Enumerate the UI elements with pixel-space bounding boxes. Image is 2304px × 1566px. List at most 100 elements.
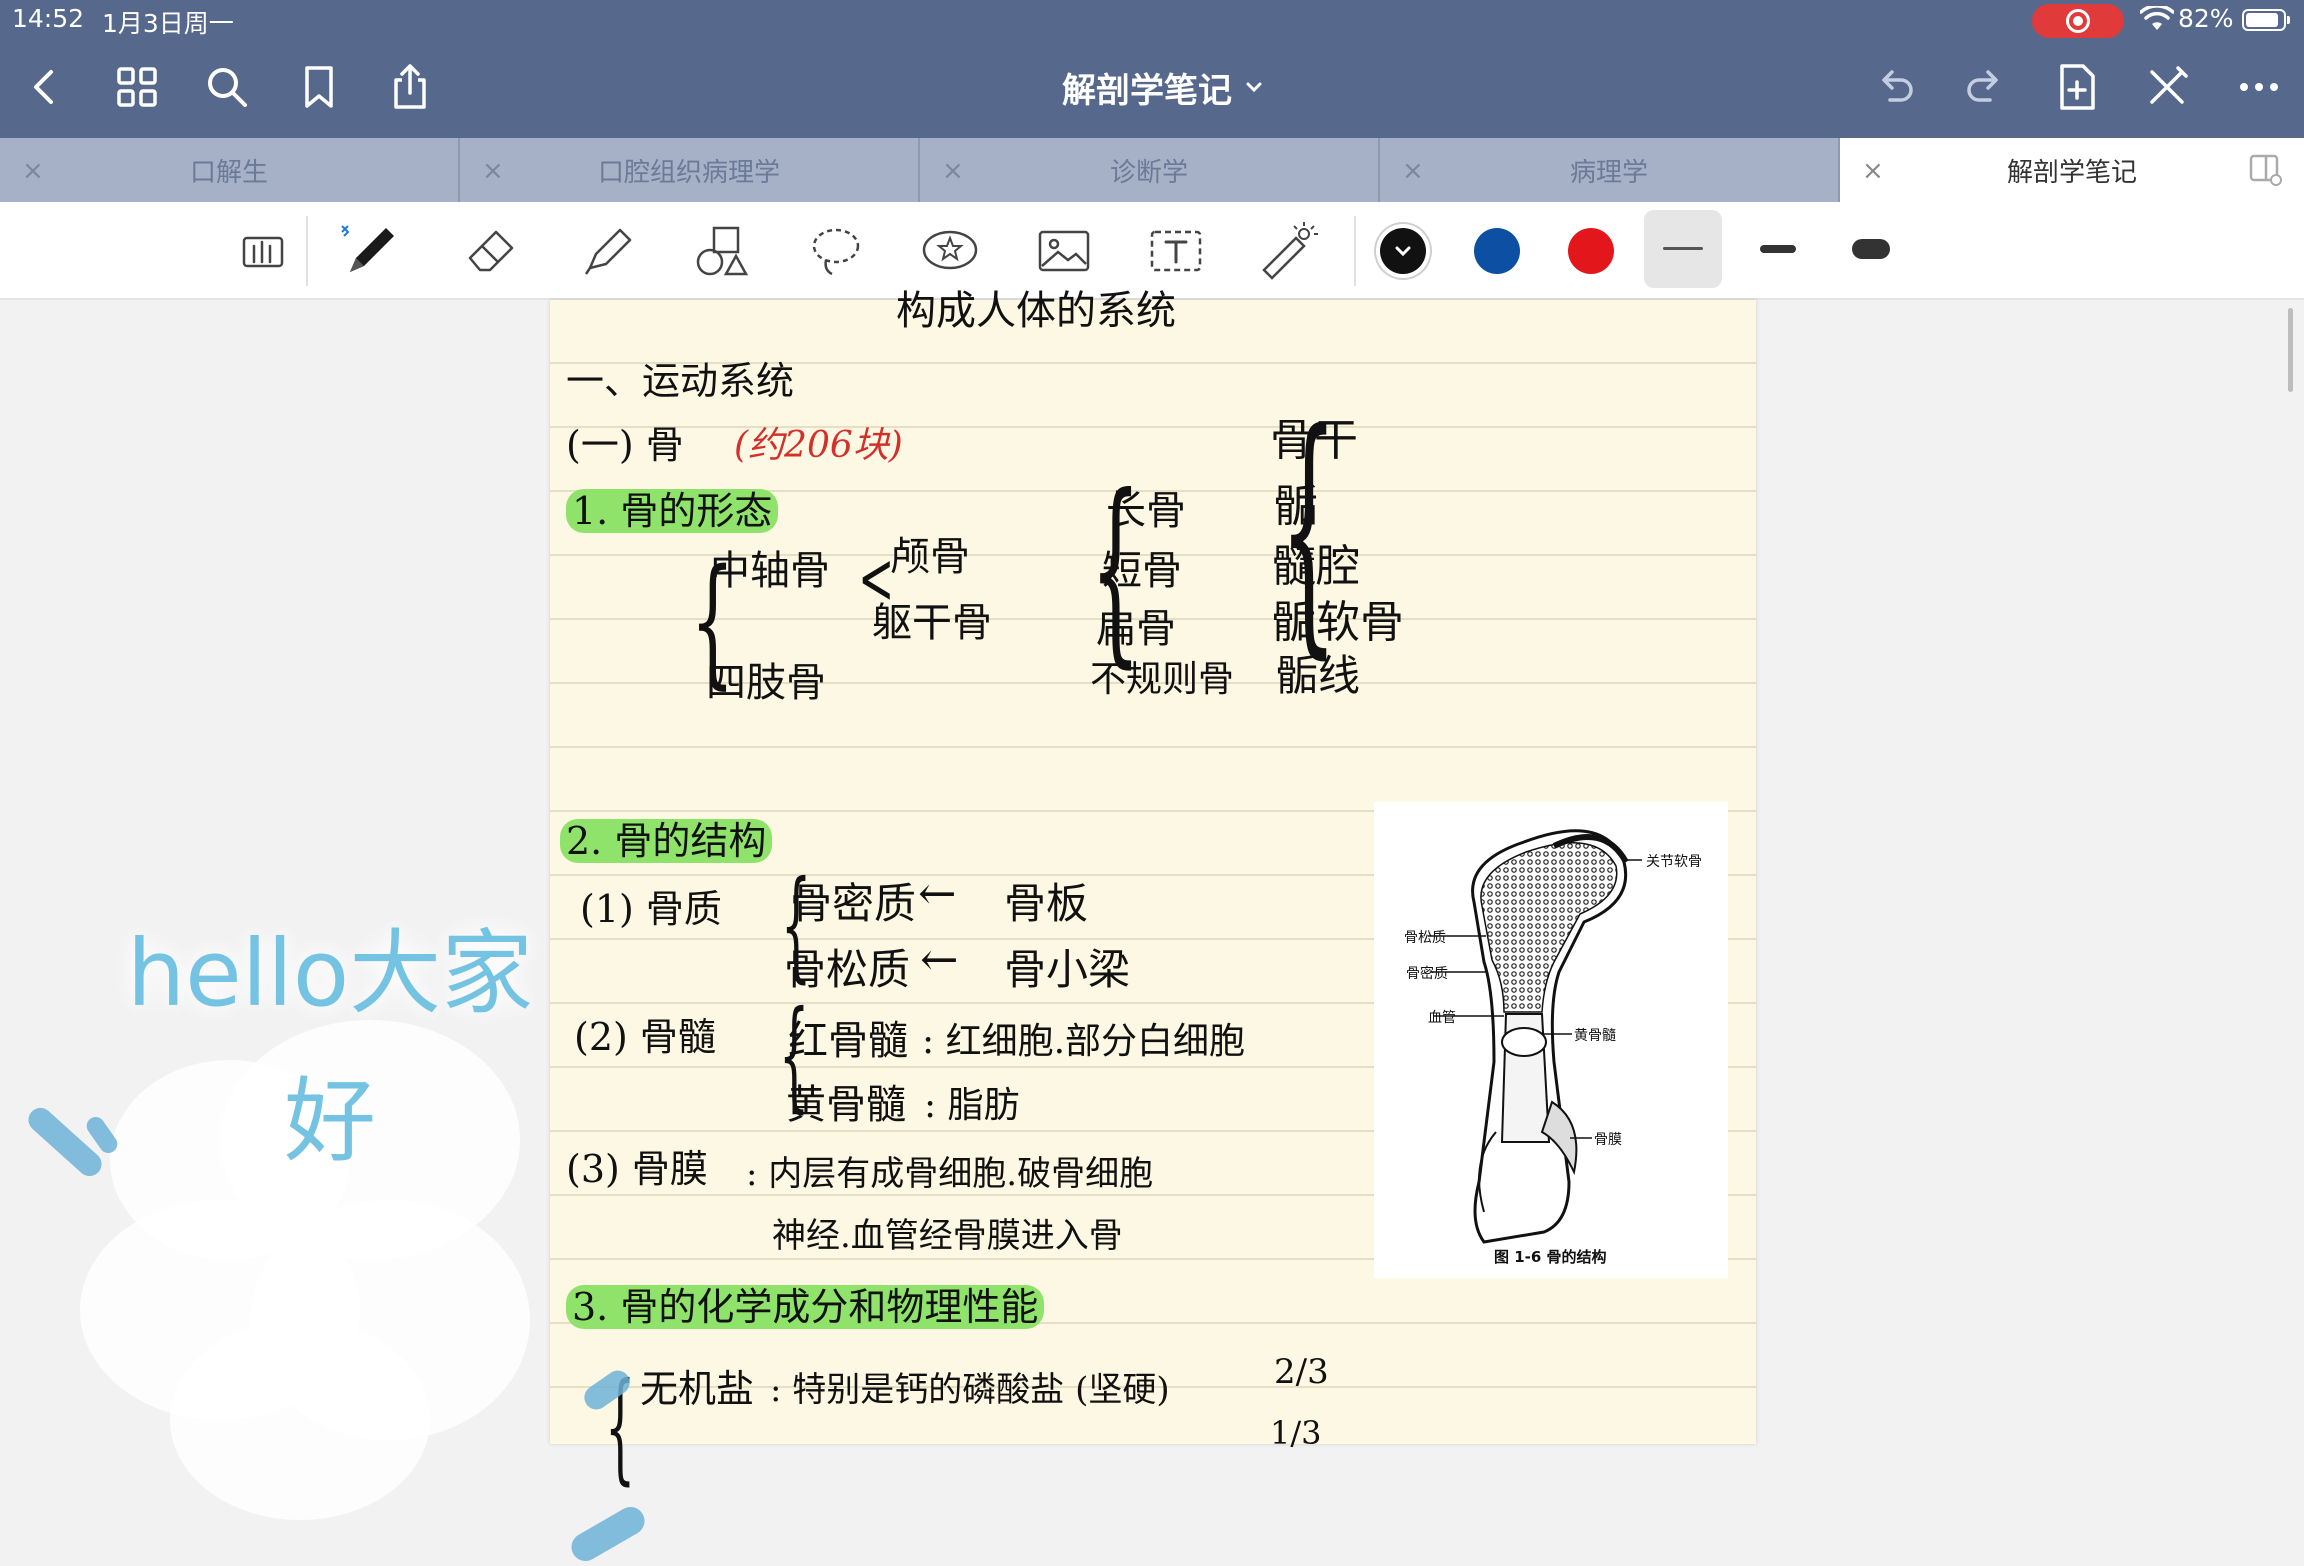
document-title-menu[interactable]: 解剖学笔记: [1062, 62, 1264, 112]
figure-caption: 图 1-6 骨的结构: [1494, 1248, 1607, 1266]
tab-label: 诊断学: [1109, 158, 1188, 188]
note-lamella: 骨板: [1004, 879, 1089, 928]
share-button[interactable]: [383, 60, 437, 114]
document-title: 解剖学笔记: [1062, 70, 1232, 111]
note-yellow-marrow-desc: : 脂肪: [924, 1085, 1020, 1126]
chevron-down-icon: [1246, 82, 1262, 93]
note-page[interactable]: 构成人体的系统 一、运动系统 (一) 骨 (约206块) 1. 骨的形态 { 中…: [550, 288, 1756, 1488]
pen-icon: [341, 225, 394, 272]
figure-label-yellow-marrow: 黄骨髓: [1574, 1027, 1616, 1044]
note-compact-bone: 骨密质: [790, 879, 917, 928]
brush-stroke: [23, 1102, 107, 1182]
shapes-tool[interactable]: [690, 218, 754, 282]
note-marrow-cavity: 髓腔: [1272, 541, 1360, 592]
tab-1[interactable]: × 口解生: [0, 138, 460, 202]
battery-percent: 82%: [2178, 4, 2234, 33]
text-tool[interactable]: [1144, 218, 1208, 282]
note-inorganic-salt: 无机盐: [640, 1367, 755, 1411]
back-icon: [34, 70, 53, 104]
note-yellow-marrow: 黄骨髓: [786, 1082, 906, 1128]
note-bone-count: (约206块): [734, 425, 903, 466]
brush-stroke: [566, 1501, 650, 1566]
color-blue[interactable]: [1474, 228, 1520, 274]
note-inorganic-desc: : 特别是钙的磷酸盐 (坚硬): [770, 1370, 1170, 1410]
note-skull: 颅骨: [890, 534, 970, 580]
status-date: 1月3日周一: [102, 9, 234, 38]
note-bone-substance: (1) 骨质: [580, 887, 722, 931]
hand-mode-icon: [242, 236, 284, 268]
screen-recording-indicator[interactable]: [2032, 4, 2124, 38]
note-heading-2-text: 2. 骨的结构: [560, 819, 773, 863]
add-page-icon: [2060, 64, 2095, 110]
note-trunk: 躯干骨: [872, 600, 992, 646]
grid-view-button[interactable]: [110, 60, 164, 114]
sticker-text-line-1: hello大家: [126, 920, 534, 1027]
tab-2[interactable]: × 口腔组织病理学: [460, 138, 920, 202]
image-tool[interactable]: [1032, 218, 1096, 282]
bookmark-button[interactable]: [292, 60, 346, 114]
eraser-tool[interactable]: [460, 218, 524, 282]
chevron-down-icon: [1395, 246, 1411, 257]
more-button[interactable]: [2232, 60, 2286, 114]
bone-structure-figure[interactable]: 关节软骨 骨松质 骨密质 血管 黄骨髓 骨膜 图 1-6 骨的结构: [1374, 802, 1728, 1278]
highlighter-tool[interactable]: [576, 218, 640, 282]
color-red[interactable]: [1568, 228, 1614, 274]
toolbar-divider: [1354, 216, 1356, 286]
share-icon: [394, 64, 426, 109]
pen-tool[interactable]: [340, 218, 404, 282]
note-organic-fraction: 1/3: [1270, 1414, 1322, 1452]
note-top-line: 构成人体的系统: [896, 288, 1176, 334]
top-bar: 14:52 1月3日周一 82% 解剖学笔记: [0, 0, 2304, 138]
note-periosteum-desc-1: : 内层有成骨细胞.破骨细胞: [746, 1154, 1154, 1194]
sticker-text[interactable]: hello大家 好: [100, 900, 560, 1196]
shapes-icon: [696, 226, 749, 276]
figure-label-spongy: 骨松质: [1404, 930, 1446, 946]
note-heading-2: 2. 骨的结构: [560, 810, 773, 865]
wifi-icon: [2140, 6, 2174, 30]
tab-4[interactable]: × 病理学: [1380, 138, 1840, 202]
color-black[interactable]: [1380, 228, 1426, 274]
note-heading-3-text: 3. 骨的化学成分和物理性能: [566, 1285, 1045, 1329]
back-button[interactable]: [18, 60, 72, 114]
note-shaft: 骨干: [1270, 415, 1358, 466]
note-irregular-bone: 不规则骨: [1090, 659, 1235, 700]
highlighter-icon: [584, 228, 632, 275]
tab-3[interactable]: × 诊断学: [920, 138, 1380, 202]
hand-mode-tool[interactable]: [232, 218, 296, 282]
status-time: 14:52: [12, 4, 85, 33]
figure-label-periosteum: 骨膜: [1594, 1132, 1622, 1148]
laser-pointer-tool[interactable]: [1256, 218, 1320, 282]
note-canvas[interactable]: 构成人体的系统 一、运动系统 (一) 骨 (约206块) 1. 骨的形态 { 中…: [0, 288, 2304, 1566]
tab-5-active[interactable]: × 解剖学笔记: [1840, 138, 2304, 202]
document-tabs: × 口解生 × 口腔组织病理学 × 诊断学 × 病理学 × 解剖学笔记: [0, 138, 2304, 202]
arrow-icon: ←: [920, 932, 959, 986]
redo-button[interactable]: [1958, 60, 2012, 114]
tab-label: 口解生: [189, 158, 268, 188]
undo-button[interactable]: [1868, 60, 1922, 114]
close-editing-icon: [2150, 66, 2188, 104]
add-page-button[interactable]: [2050, 60, 2104, 114]
note-limb-bone: 四肢骨: [706, 660, 826, 706]
image-icon: [1038, 230, 1090, 272]
arrow-icon: ←: [918, 866, 957, 920]
lasso-tool[interactable]: [804, 218, 868, 282]
note-heading-1-text: 1. 骨的形态: [566, 489, 779, 533]
stroke-width-medium[interactable]: [1738, 210, 1816, 288]
stroke-width-thin[interactable]: [1644, 210, 1722, 288]
split-view-icon[interactable]: [2248, 152, 2282, 186]
lasso-icon: [812, 228, 860, 276]
note-epiphysis: 骺: [1274, 481, 1318, 532]
sticker-tool[interactable]: [918, 218, 982, 282]
note-subsection: (一) 骨: [566, 423, 684, 467]
exit-edit-mode-button[interactable]: [2140, 60, 2194, 114]
redo-icon: [1967, 70, 1998, 102]
note-red-marrow-desc: : 红细胞.部分白细胞: [922, 1021, 1246, 1062]
note-flat-bone: 扁骨: [1096, 606, 1176, 652]
note-epiphyseal-line: 骺线: [1276, 651, 1361, 700]
vertical-scrollbar[interactable]: [2288, 308, 2293, 392]
stroke-width-thick[interactable]: [1832, 210, 1910, 288]
figure-label-vessel: 血管: [1428, 1010, 1456, 1026]
text-box-icon: [1150, 230, 1202, 272]
note-epiphyseal-cartilage: 骺软骨: [1272, 597, 1404, 648]
search-button[interactable]: [200, 60, 254, 114]
